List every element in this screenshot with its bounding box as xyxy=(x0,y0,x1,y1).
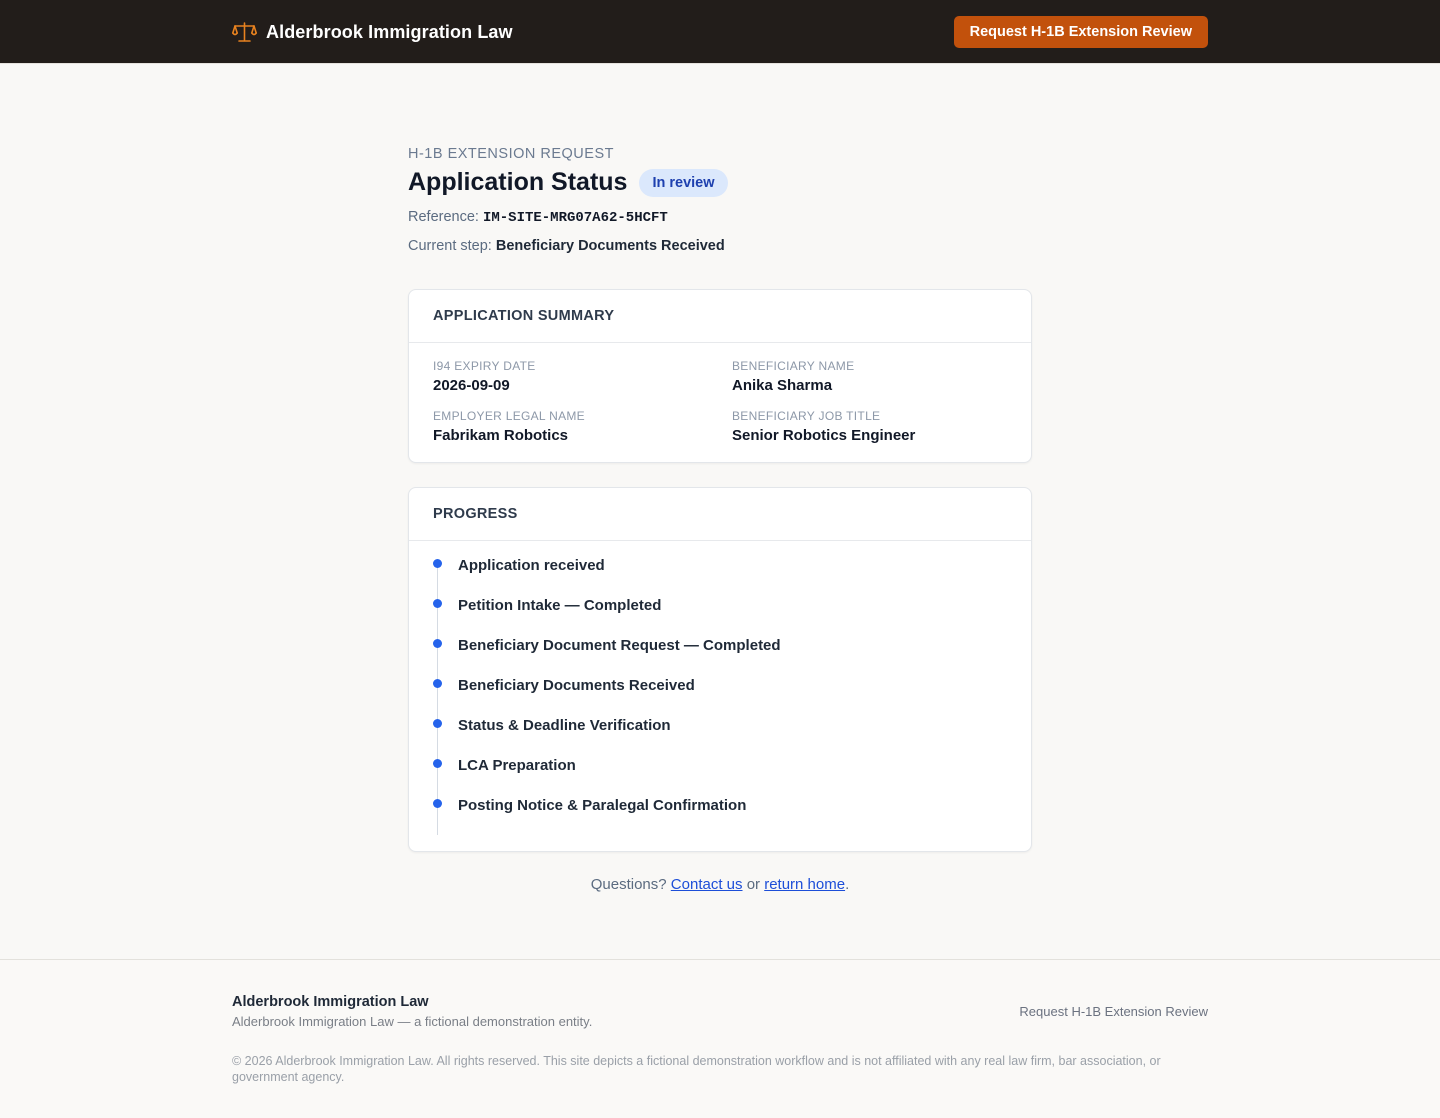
field-value: Fabrikam Robotics xyxy=(433,427,569,444)
step-label: LCA Preparation xyxy=(458,757,576,774)
request-extension-review-button[interactable]: Request H-1B Extension Review xyxy=(953,16,1208,48)
questions-line: Questions? Contact us or return home. xyxy=(408,876,1032,893)
step-label: Petition Intake — Completed xyxy=(458,597,662,614)
page-eyebrow: H-1B EXTENSION REQUEST xyxy=(408,146,614,162)
step-dot xyxy=(433,599,442,608)
step-label: Beneficiary Documents Received xyxy=(458,677,695,694)
progress-timeline: Application received Petition Intake — C… xyxy=(409,541,1031,851)
timeline-step: Status & Deadline Verification xyxy=(433,715,1007,755)
timeline-step: LCA Preparation xyxy=(433,755,1007,795)
step-dot xyxy=(433,759,442,768)
footer-tagline: Alderbrook Immigration Law — a fictional… xyxy=(232,1014,593,1029)
step-label: Application received xyxy=(458,557,605,574)
step-dot xyxy=(433,719,442,728)
field-label: BENEFICIARY JOB TITLE xyxy=(732,409,881,423)
field-label: EMPLOYER LEGAL NAME xyxy=(433,409,585,423)
summary-field-i94-expiry: I94 EXPIRY DATE 2026-09-09 xyxy=(433,359,732,394)
field-label: BENEFICIARY NAME xyxy=(732,359,855,373)
timeline-step: Petition Intake — Completed xyxy=(433,595,1007,635)
brand-link[interactable]: Alderbrook Immigration Law xyxy=(232,21,513,43)
reference-label: Reference: xyxy=(408,209,479,225)
current-step-value: Beneficiary Documents Received xyxy=(495,238,725,254)
step-dot xyxy=(433,679,442,688)
questions-prefix: Questions? xyxy=(590,876,667,893)
summary-field-beneficiary-name: BENEFICIARY NAME Anika Sharma xyxy=(732,359,1007,394)
questions-or: or xyxy=(746,876,761,893)
summary-field-employer-legal-name: EMPLOYER LEGAL NAME Fabrikam Robotics xyxy=(433,409,732,444)
top-navigation-bar: Alderbrook Immigration Law Request H-1B … xyxy=(0,0,1440,64)
progress-card: PROGRESS Application received Petition I… xyxy=(408,487,1032,852)
step-label: Beneficiary Document Request — Completed xyxy=(458,637,781,654)
reference-row: Reference: IM-SITE-MRG07A62-5HCFT xyxy=(408,209,1032,226)
questions-suffix: . xyxy=(845,876,850,893)
field-value: Anika Sharma xyxy=(732,377,833,394)
timeline-step: Beneficiary Documents Received xyxy=(433,675,1007,715)
step-label: Status & Deadline Verification xyxy=(458,717,671,734)
title-row: Application Status In review xyxy=(408,168,1032,197)
step-dot xyxy=(433,799,442,808)
scales-icon xyxy=(232,22,257,42)
step-label: Posting Notice & Paralegal Confirmation xyxy=(458,797,747,814)
main-content: H-1B EXTENSION REQUEST Application Statu… xyxy=(408,64,1032,893)
footer-brand-block: Alderbrook Immigration Law Alderbrook Im… xyxy=(232,994,592,1029)
timeline-step: Application received xyxy=(433,555,1007,595)
current-step-label: Current step: xyxy=(408,238,492,254)
summary-fields: I94 EXPIRY DATE 2026-09-09 BENEFICIARY N… xyxy=(409,343,1031,462)
footer-brand-name: Alderbrook Immigration Law xyxy=(232,994,429,1010)
field-value: Senior Robotics Engineer xyxy=(732,427,916,444)
progress-heading: PROGRESS xyxy=(409,488,1031,541)
timeline-step: Posting Notice & Paralegal Confirmation xyxy=(433,795,1007,835)
timeline-step: Beneficiary Document Request — Completed xyxy=(433,635,1007,675)
footer-legal-notice: © 2026 Alderbrook Immigration Law. All r… xyxy=(232,1054,1161,1084)
application-summary-card: APPLICATION SUMMARY I94 EXPIRY DATE 2026… xyxy=(408,289,1032,463)
summary-heading: APPLICATION SUMMARY xyxy=(409,290,1031,343)
footer-request-review-link[interactable]: Request H-1B Extension Review xyxy=(1019,1004,1208,1019)
field-value: 2026-09-09 xyxy=(433,377,510,394)
brand-name: Alderbrook Immigration Law xyxy=(266,21,513,42)
page-title: Application Status xyxy=(408,168,628,196)
summary-field-beneficiary-job-title: BENEFICIARY JOB TITLE Senior Robotics En… xyxy=(732,409,1007,444)
field-label: I94 EXPIRY DATE xyxy=(433,359,536,373)
step-dot xyxy=(433,639,442,648)
site-footer: Alderbrook Immigration Law Alderbrook Im… xyxy=(0,959,1440,1118)
status-badge: In review xyxy=(639,168,728,197)
contact-us-link[interactable]: Contact us xyxy=(671,876,743,893)
reference-value: IM-SITE-MRG07A62-5HCFT xyxy=(482,210,668,226)
step-dot xyxy=(433,559,442,568)
current-step-row: Current step: Beneficiary Documents Rece… xyxy=(408,238,1032,254)
return-home-link[interactable]: return home xyxy=(764,876,845,893)
